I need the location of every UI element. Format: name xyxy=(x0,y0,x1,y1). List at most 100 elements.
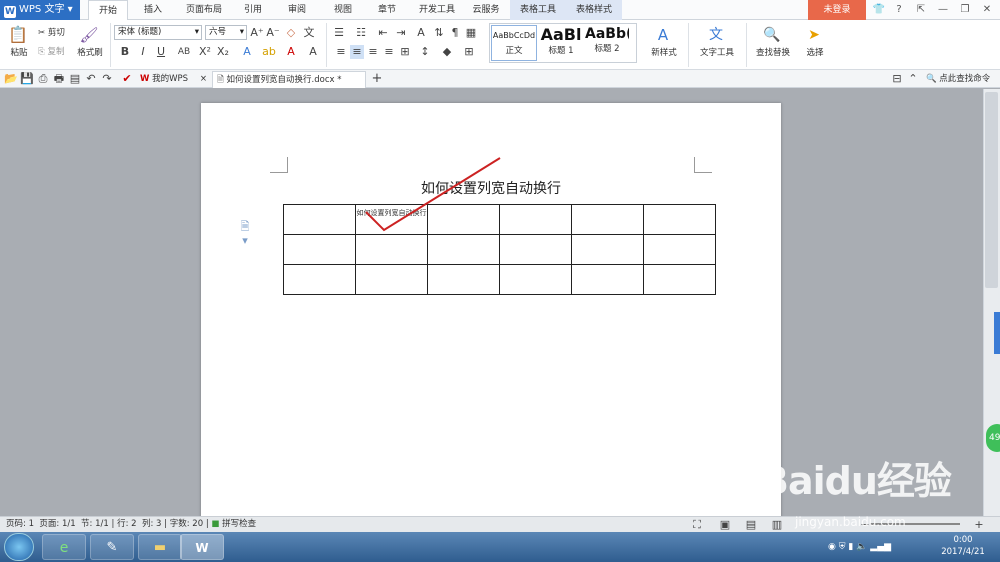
align-right-icon[interactable]: ≡ xyxy=(366,45,380,59)
tab-cloud[interactable]: 云服务 xyxy=(466,0,506,20)
collapse-ribbon-icon[interactable]: ⌃ xyxy=(906,72,920,86)
table-cell[interactable] xyxy=(283,264,356,295)
minimize-icon[interactable]: — xyxy=(932,0,954,20)
taskbar-app-2[interactable]: ✎ xyxy=(90,534,134,560)
outline-view-icon[interactable]: ▥ xyxy=(770,518,784,532)
preview-icon[interactable]: ▤ xyxy=(68,72,82,86)
document-table[interactable]: 如何设置列宽自动换行 xyxy=(283,204,716,295)
undo-icon[interactable]: ↶ xyxy=(84,72,98,86)
tab-page-layout[interactable]: 页面布局 xyxy=(180,0,228,20)
side-badge[interactable]: 49 xyxy=(986,424,1000,452)
table-cell[interactable] xyxy=(355,264,428,295)
table-cell[interactable] xyxy=(427,204,500,235)
system-clock[interactable]: 0:00 2017/4/21 xyxy=(930,534,996,558)
page-view-icon[interactable]: ▣ xyxy=(718,518,732,532)
close-icon[interactable]: × xyxy=(200,71,207,88)
restore-ribbon-icon[interactable]: ⇱ xyxy=(910,0,932,20)
paste-options-icon[interactable]: 🗎▾ xyxy=(238,220,252,247)
doc-tab-mywps[interactable]: W 我的WPS × xyxy=(136,71,210,88)
save-icon[interactable]: 💾 xyxy=(20,72,34,86)
font-size-select[interactable]: 六号 ▾ xyxy=(205,25,247,40)
close-icon[interactable]: ✕ xyxy=(976,0,998,20)
phonetic-icon[interactable]: 文 xyxy=(302,26,316,40)
maximize-icon[interactable]: ❐ xyxy=(954,0,976,20)
table-cell[interactable] xyxy=(571,264,644,295)
tab-references[interactable]: 引用 xyxy=(236,0,270,20)
tab-view[interactable]: 视图 xyxy=(326,0,360,20)
scroll-thumb[interactable] xyxy=(985,92,998,288)
tab-table-tools[interactable]: 表格工具 xyxy=(510,0,566,20)
open-icon[interactable]: 📂 xyxy=(4,72,18,86)
cut-button[interactable]: ✂ 剪切 xyxy=(38,26,72,38)
show-marks-icon[interactable]: ¶ xyxy=(448,26,462,40)
taskbar-ie[interactable]: e xyxy=(42,534,86,560)
export-pdf-icon[interactable]: ⎙ xyxy=(36,72,50,86)
start-button[interactable] xyxy=(4,533,34,561)
doc-list-icon[interactable]: ⊟ xyxy=(890,72,904,86)
tab-table-style[interactable]: 表格样式 xyxy=(566,0,622,20)
doc-tab-active[interactable]: 🗎 如何设置列宽自动换行.docx * xyxy=(212,71,366,88)
borders-icon[interactable]: ⊞ xyxy=(462,45,476,59)
tab-developer[interactable]: 开发工具 xyxy=(414,0,460,20)
text-direction-icon[interactable]: A xyxy=(414,26,428,40)
table-cell[interactable] xyxy=(571,234,644,265)
text-effect-icon[interactable]: A xyxy=(240,45,254,59)
bold-icon[interactable]: B xyxy=(118,45,132,59)
highlight-icon[interactable]: ab xyxy=(262,45,276,59)
new-tab-icon[interactable]: + xyxy=(370,72,384,86)
tab-review[interactable]: 审阅 xyxy=(280,0,314,20)
command-search[interactable]: 🔍 点此查找命令 xyxy=(926,72,998,87)
clear-format-icon[interactable]: ◇ xyxy=(284,26,298,40)
table-cell[interactable] xyxy=(283,234,356,265)
decrease-indent-icon[interactable]: ⇤ xyxy=(376,26,390,40)
table-grid-icon[interactable]: ▦ xyxy=(464,26,478,40)
zoom-in-icon[interactable]: + xyxy=(972,518,986,532)
increase-indent-icon[interactable]: ⇥ xyxy=(394,26,408,40)
wps-app-button[interactable]: W WPS 文字 ▾ xyxy=(0,0,80,20)
font-color-icon[interactable]: A xyxy=(284,45,298,59)
find-replace-button[interactable]: 🔍 查找替换 xyxy=(751,24,795,68)
table-cell[interactable] xyxy=(283,204,356,235)
shrink-font-icon[interactable]: A⁻ xyxy=(266,26,280,40)
align-center-icon[interactable]: ≡ xyxy=(350,45,364,59)
table-cell[interactable]: 如何设置列宽自动换行 xyxy=(355,204,428,235)
font-name-select[interactable]: 宋体 (标题) ▾ xyxy=(114,25,202,40)
dropdown-icon[interactable]: ✔ xyxy=(120,72,134,86)
line-spacing-icon[interactable]: ↕ xyxy=(418,45,432,59)
table-cell[interactable] xyxy=(499,264,572,295)
spell-check-button[interactable]: 拼写检查 xyxy=(222,519,256,529)
style-heading-2[interactable]: AaBb( 标题 2 xyxy=(585,25,629,61)
superscript-icon[interactable]: X² xyxy=(198,45,212,59)
table-cell[interactable] xyxy=(499,204,572,235)
distribute-icon[interactable]: ⊞ xyxy=(398,45,412,59)
system-tray[interactable]: ◉ ⛨ ▮ 🔈 ▂▄▆ xyxy=(828,542,891,552)
text-tools-button[interactable]: 文 文字工具 xyxy=(694,24,740,68)
new-style-button[interactable]: A 新样式 xyxy=(644,24,684,68)
table-cell[interactable] xyxy=(643,234,716,265)
table-cell[interactable] xyxy=(499,234,572,265)
login-button[interactable]: 未登录 xyxy=(808,0,866,20)
side-panel-handle[interactable] xyxy=(994,312,1000,354)
underline-icon[interactable]: U xyxy=(154,45,168,59)
select-button[interactable]: ➤ 选择 xyxy=(800,24,830,68)
reading-mode-icon[interactable]: ⛶ xyxy=(690,518,704,532)
style-normal[interactable]: AaBbCcDd 正文 xyxy=(491,25,537,61)
tab-insert[interactable]: 插入 xyxy=(134,0,172,20)
document-title[interactable]: 如何设置列宽自动换行 xyxy=(201,178,781,198)
shading-icon[interactable]: ◆ xyxy=(440,45,454,59)
strikethrough-icon[interactable]: AB xyxy=(174,45,194,59)
redo-icon[interactable]: ↷ xyxy=(100,72,114,86)
table-cell[interactable] xyxy=(427,264,500,295)
table-cell[interactable] xyxy=(427,234,500,265)
table-cell[interactable] xyxy=(643,264,716,295)
shirt-icon[interactable]: 👕 xyxy=(868,0,890,20)
sort-icon[interactable]: ⇅ xyxy=(432,26,446,40)
help-icon[interactable]: ? xyxy=(888,0,910,20)
subscript-icon[interactable]: X₂ xyxy=(216,45,230,59)
italic-icon[interactable]: I xyxy=(136,45,150,59)
justify-icon[interactable]: ≡ xyxy=(382,45,396,59)
grow-font-icon[interactable]: A⁺ xyxy=(250,26,264,40)
taskbar-explorer[interactable]: ▬ xyxy=(138,534,182,560)
table-cell[interactable] xyxy=(355,234,428,265)
web-view-icon[interactable]: ▤ xyxy=(744,518,758,532)
